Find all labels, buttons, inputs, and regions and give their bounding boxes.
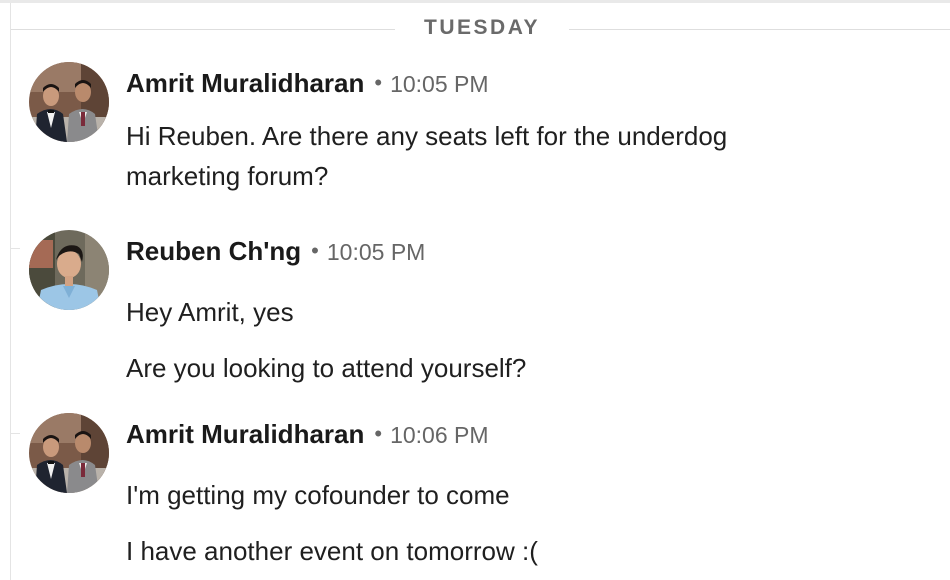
message-text: Hey Amrit, yes: [126, 297, 294, 327]
separator-dot: •: [374, 70, 383, 95]
day-divider-label: TUESDAY: [424, 16, 540, 39]
divider-line-right: [569, 29, 950, 30]
sender-line: Reuben Ch'ng • 10:05 PM: [126, 236, 425, 267]
rail-tick: [10, 248, 20, 249]
separator-dot: •: [374, 421, 383, 446]
rail-tick: [10, 433, 20, 434]
sender-name[interactable]: Reuben Ch'ng: [126, 236, 301, 266]
divider-line-left: [11, 29, 395, 30]
conversation-panel: TUESDAY Amrit Muralidharan • 10:05 PM Hi…: [0, 0, 950, 580]
message-timestamp: 10:06 PM: [390, 422, 489, 448]
message-body: Hey Amrit, yes Are you looking to attend…: [126, 284, 926, 396]
sender-avatar[interactable]: [29, 230, 109, 310]
message-timestamp: 10:05 PM: [390, 71, 489, 97]
avatar-photo-man: [29, 230, 109, 310]
day-divider: TUESDAY: [11, 14, 950, 44]
message-body: I'm getting my cofounder to come I have …: [126, 467, 926, 579]
message-body: Hi Reuben. Are there any seats left for …: [126, 116, 926, 196]
sender-line: Amrit Muralidharan • 10:05 PM: [126, 68, 489, 99]
left-rail-divider: [10, 3, 20, 580]
message-timestamp: 10:05 PM: [326, 239, 426, 265]
message-text: marketing forum?: [126, 161, 329, 191]
avatar-photo-two-men: [29, 62, 109, 142]
message-text: I'm getting my cofounder to come: [126, 480, 510, 510]
top-border: [0, 0, 950, 3]
sender-name[interactable]: Amrit Muralidharan: [126, 68, 364, 98]
sender-name[interactable]: Amrit Muralidharan: [126, 419, 364, 449]
sender-line: Amrit Muralidharan • 10:06 PM: [126, 419, 489, 450]
sender-avatar[interactable]: [29, 62, 109, 142]
avatar-photo-two-men: [29, 413, 109, 493]
sender-avatar[interactable]: [29, 413, 109, 493]
message-text: Are you looking to attend yourself?: [126, 353, 527, 383]
message-text: I have another event on tomorrow :(: [126, 536, 538, 566]
separator-dot: •: [311, 238, 319, 263]
message-text: Hi Reuben. Are there any seats left for …: [126, 121, 728, 151]
